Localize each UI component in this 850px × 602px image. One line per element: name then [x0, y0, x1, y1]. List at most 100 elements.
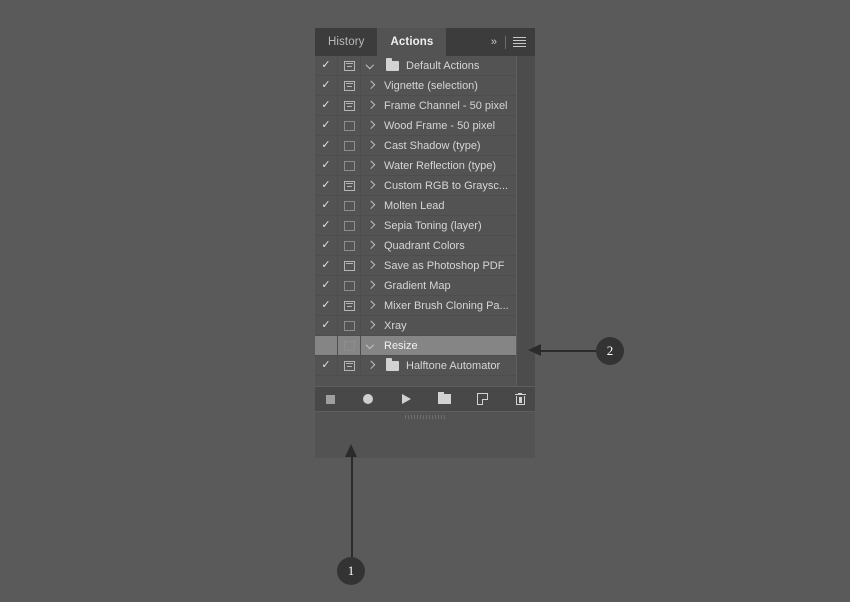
action-row[interactable]: ✓Molten Lead: [315, 196, 517, 216]
action-toggle-checkbox[interactable]: ✓: [315, 236, 338, 255]
action-toggle-checkbox[interactable]: ✓: [315, 156, 338, 175]
action-toggle-checkbox[interactable]: ✓: [315, 356, 338, 375]
dialog-toggle-box[interactable]: [338, 296, 361, 315]
begin-recording-button[interactable]: [360, 391, 376, 407]
action-row[interactable]: ✓Vignette (selection): [315, 76, 517, 96]
action-row[interactable]: ✓Water Reflection (type): [315, 156, 517, 176]
disclosure-triangle[interactable]: [361, 96, 381, 115]
dialog-toggle-box[interactable]: [338, 236, 361, 255]
action-row[interactable]: ✓Custom RGB to Graysc...: [315, 176, 517, 196]
action-toggle-checkbox[interactable]: ✓: [315, 136, 338, 155]
dialog-toggle-box[interactable]: [338, 196, 361, 215]
action-toggle-checkbox[interactable]: [315, 336, 338, 355]
chevron-right-icon: [367, 161, 376, 170]
disclosure-triangle[interactable]: [361, 176, 381, 195]
play-selection-button[interactable]: [398, 391, 414, 407]
action-toggle-checkbox[interactable]: ✓: [315, 316, 338, 335]
disclosure-triangle[interactable]: [361, 156, 381, 175]
action-row[interactable]: ✓Quadrant Colors: [315, 236, 517, 256]
action-toggle-checkbox[interactable]: ✓: [315, 196, 338, 215]
chevron-right-icon: [367, 221, 376, 230]
disclosure-triangle[interactable]: [361, 236, 381, 255]
dialog-toggle-box[interactable]: [338, 136, 361, 155]
action-row[interactable]: ✓Default Actions: [315, 56, 517, 76]
disclosure-triangle[interactable]: [361, 336, 381, 355]
disclosure-triangle[interactable]: [361, 276, 381, 295]
action-toggle-checkbox[interactable]: ✓: [315, 256, 338, 275]
action-row[interactable]: ✓Cast Shadow (type): [315, 136, 517, 156]
chevron-down-icon: [367, 61, 376, 70]
checkmark-icon: ✓: [321, 300, 330, 311]
panel-menu-icon[interactable]: [513, 37, 526, 47]
disclosure-triangle[interactable]: [361, 116, 381, 135]
chevron-right-icon: [367, 361, 376, 370]
chevron-right-icon: [367, 301, 376, 310]
dialog-toggle-box[interactable]: [338, 116, 361, 135]
action-toggle-checkbox[interactable]: ✓: [315, 296, 338, 315]
disclosure-triangle[interactable]: [361, 216, 381, 235]
dialog-box-icon: [344, 121, 355, 131]
dialog-toggle-box[interactable]: [338, 156, 361, 175]
disclosure-triangle[interactable]: [361, 296, 381, 315]
dialog-toggle-box[interactable]: [338, 256, 361, 275]
action-row[interactable]: ✓Save as Photoshop PDF: [315, 256, 517, 276]
dialog-toggle-box[interactable]: [338, 336, 361, 355]
stop-playing-button[interactable]: [322, 391, 338, 407]
create-new-action-button[interactable]: [474, 391, 490, 407]
play-icon: [402, 394, 411, 404]
dialog-toggle-box[interactable]: [338, 276, 361, 295]
checkmark-icon: ✓: [321, 140, 330, 151]
action-row[interactable]: ✓Gradient Map: [315, 276, 517, 296]
action-label: Wood Frame - 50 pixel: [381, 120, 517, 132]
disclosure-triangle[interactable]: [361, 56, 381, 75]
delete-button[interactable]: [512, 391, 528, 407]
dialog-toggle-box[interactable]: [338, 76, 361, 95]
resize-action-row[interactable]: Resize: [315, 336, 517, 356]
action-toggle-checkbox[interactable]: ✓: [315, 176, 338, 195]
collapse-chevrons-icon[interactable]: »: [489, 36, 498, 48]
callout-2-line: [540, 350, 596, 352]
checkmark-icon: ✓: [321, 360, 330, 371]
checkmark-icon: ✓: [321, 60, 330, 71]
dialog-toggle-box[interactable]: [338, 96, 361, 115]
vertical-scrollbar[interactable]: [516, 56, 535, 386]
action-toggle-checkbox[interactable]: ✓: [315, 276, 338, 295]
disclosure-triangle[interactable]: [361, 256, 381, 275]
action-row[interactable]: ✓ Halftone Automator: [315, 356, 517, 376]
action-toggle-checkbox[interactable]: ✓: [315, 116, 338, 135]
dialog-toggle-box[interactable]: [338, 176, 361, 195]
checkmark-icon: ✓: [321, 320, 330, 331]
action-row[interactable]: ✓Xray: [315, 316, 517, 336]
dialog-box-icon: [344, 221, 355, 231]
disclosure-triangle[interactable]: [361, 196, 381, 215]
dialog-toggle-box[interactable]: [338, 216, 361, 235]
action-toggle-checkbox[interactable]: ✓: [315, 56, 338, 75]
disclosure-triangle[interactable]: [361, 316, 381, 335]
dialog-box-icon: [344, 201, 355, 211]
action-label: Halftone Automator: [403, 360, 517, 372]
dialog-toggle-box[interactable]: [338, 356, 361, 375]
actions-list[interactable]: ✓Default Actions✓Vignette (selection)✓Fr…: [315, 56, 517, 386]
action-toggle-checkbox[interactable]: ✓: [315, 216, 338, 235]
disclosure-triangle[interactable]: [361, 76, 381, 95]
disclosure-triangle[interactable]: [361, 136, 381, 155]
action-toggle-checkbox[interactable]: ✓: [315, 96, 338, 115]
dialog-toggle-box[interactable]: [338, 56, 361, 75]
chevron-right-icon: [367, 141, 376, 150]
disclosure-triangle[interactable]: [361, 356, 381, 375]
dialog-toggle-box[interactable]: [338, 316, 361, 335]
action-row[interactable]: ✓Frame Channel - 50 pixel: [315, 96, 517, 116]
checkmark-icon: ✓: [321, 220, 330, 231]
create-new-set-button[interactable]: [436, 391, 452, 407]
tab-history[interactable]: History: [315, 28, 377, 56]
action-row[interactable]: ✓Sepia Toning (layer): [315, 216, 517, 236]
actions-list-area: ✓Default Actions✓Vignette (selection)✓Fr…: [315, 56, 535, 386]
new-document-icon: [477, 393, 488, 405]
action-row[interactable]: ✓Mixer Brush Cloning Pa...: [315, 296, 517, 316]
action-row[interactable]: ✓ Wood Frame - 50 pixel: [315, 116, 517, 136]
chevron-down-icon: [367, 341, 376, 350]
action-toggle-checkbox[interactable]: ✓: [315, 76, 338, 95]
checkmark-icon: ✓: [321, 160, 330, 171]
tab-actions[interactable]: Actions: [377, 28, 446, 56]
panel-resize-grip[interactable]: [315, 411, 535, 422]
